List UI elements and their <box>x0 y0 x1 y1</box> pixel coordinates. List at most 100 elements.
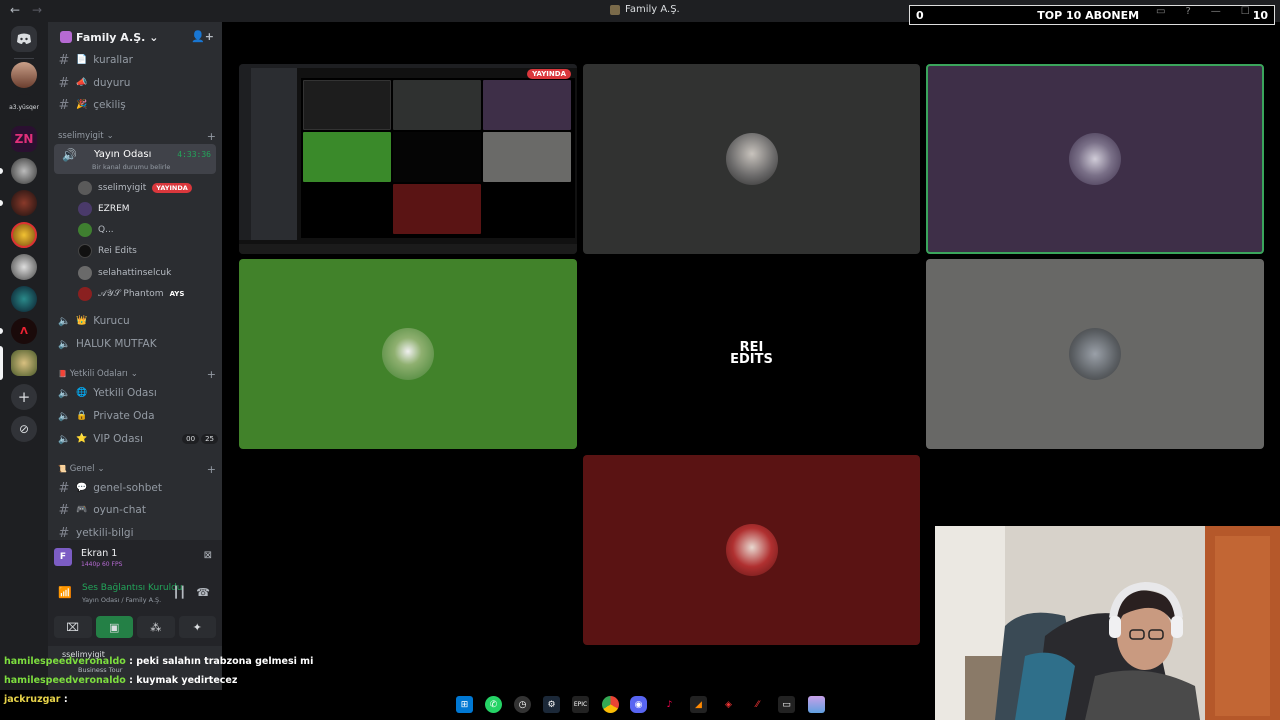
channel-kurallar[interactable]: # 📄 kurallar <box>58 50 218 70</box>
help-icon[interactable]: ? <box>1185 6 1190 17</box>
voice-tile-phantom[interactable] <box>583 455 920 645</box>
voice-tile-ezrem[interactable] <box>926 64 1264 254</box>
server-avatar-2[interactable]: a3.yüsqer <box>9 94 39 120</box>
chrome-icon[interactable] <box>602 696 619 713</box>
category-emoji: 📕 <box>58 370 67 378</box>
connection-status[interactable]: Ses Bağlantısı Kuruldu <box>82 583 182 593</box>
category-yetkili[interactable]: 📕 Yetkili Odaları ⌄ + <box>58 367 218 381</box>
add-channel-icon[interactable]: + <box>207 130 216 143</box>
game-icon[interactable]: ⁄⁄ <box>749 696 766 713</box>
chat-username: hamilespeedveronaldo <box>4 675 126 686</box>
voice-tile-rei-edits[interactable]: REI EDITS <box>583 259 920 449</box>
signal-icon[interactable]: 📶 <box>58 586 72 599</box>
windows-start-icon[interactable]: ⊞ <box>456 696 473 713</box>
stop-stream-icon[interactable]: ⊠ <box>204 550 212 561</box>
server-avatar-8[interactable]: Λ <box>11 318 37 344</box>
channel-oyun-chat[interactable]: # 🎮 oyun-chat <box>58 500 218 520</box>
user-limit-badge: 00 25 <box>182 434 218 444</box>
back-arrow-icon[interactable]: ← <box>10 3 20 17</box>
voice-user-ezrem[interactable]: EZREM <box>78 199 218 219</box>
speaker-icon: 🔈 <box>58 315 71 327</box>
clock-app-icon[interactable]: ◷ <box>514 696 531 713</box>
server-avatar-5[interactable] <box>11 222 37 248</box>
channel-label: Private Oda <box>93 410 155 422</box>
channel-status-prompt[interactable]: Bir kanal durumu belirle <box>92 163 170 171</box>
stream-tile-sselimyigit[interactable]: YAYINDA <box>239 64 577 254</box>
category-genel[interactable]: 📜 Genel ⌄ + <box>58 462 218 476</box>
voice-channel-yetkili-odasi[interactable]: 🔈 🌐 Yetkili Odası <box>58 383 218 403</box>
avatar <box>78 266 92 280</box>
voice-channel-yayin-odasi[interactable]: 🔊 Yayın Odası 4:33:36 Bir kanal durumu b… <box>54 144 216 174</box>
connection-location: Yayın Odası / Family A.Ş. <box>82 596 162 604</box>
voice-tile-person[interactable] <box>926 259 1264 449</box>
stream-preview[interactable]: F Ekran 1 1440p 60 FPS ⊠ <box>54 545 216 573</box>
channel-genel-sohbet[interactable]: # 💬 genel-sohbet <box>58 478 218 498</box>
avatar <box>78 244 92 258</box>
screen-share-button[interactable]: ▣ <box>95 616 133 638</box>
add-member-icon[interactable]: 👤+ <box>191 30 214 43</box>
server-avatar-family[interactable] <box>11 350 37 376</box>
discover-icon[interactable]: ⊘ <box>11 416 37 442</box>
inbox-icon[interactable]: ▭ <box>1156 6 1165 17</box>
activities-button[interactable]: ⁂ <box>137 616 175 638</box>
app-icon[interactable]: ◢ <box>690 696 707 713</box>
voice-channel-private-oda[interactable]: 🔈 🔒 Private Oda <box>58 406 218 426</box>
discord-home-icon[interactable] <box>11 26 37 52</box>
forward-arrow-icon[interactable]: → <box>32 3 42 17</box>
add-server-icon[interactable]: + <box>11 384 37 410</box>
voice-user-phantom[interactable]: 𝒜𝒴𝒮 Phantom AYS <box>78 284 218 304</box>
server-avatar-1[interactable] <box>11 62 37 88</box>
voice-user-q[interactable]: Q... <box>78 220 218 240</box>
channel-duyuru[interactable]: # 📣 duyuru <box>58 73 218 93</box>
add-channel-icon[interactable]: + <box>207 368 216 381</box>
server-avatar-3[interactable] <box>11 158 37 184</box>
voice-channel-haluk-mutfak[interactable]: 🔈 HALUK MUTFAK <box>58 334 218 354</box>
voice-user-sselimyigit[interactable]: sselimyigit YAYINDA <box>78 178 218 198</box>
tiktok-icon[interactable]: ♪ <box>661 696 678 713</box>
riot-icon[interactable]: ◈ <box>720 696 737 713</box>
server-name: Family A.Ş. <box>76 30 146 44</box>
window-controls: ▭ ? — ☐ <box>1156 6 1250 17</box>
epic-games-icon[interactable]: EPIC <box>572 696 589 713</box>
camera-button[interactable]: ⌧ <box>54 616 92 638</box>
minimize-icon[interactable]: — <box>1211 6 1221 17</box>
disconnect-icon[interactable]: ☎ <box>196 586 210 599</box>
avatar <box>78 181 92 195</box>
server-avatar-4[interactable] <box>11 190 37 216</box>
terminal-icon[interactable]: ▭ <box>778 696 795 713</box>
voice-tile-q[interactable] <box>239 259 577 449</box>
server-icon <box>610 4 620 15</box>
stream-quality: 1440p 60 FPS <box>81 561 123 568</box>
photos-icon[interactable] <box>808 696 825 713</box>
steam-icon[interactable]: ⚙ <box>543 696 560 713</box>
chat-text: : <box>63 694 68 705</box>
maximize-icon[interactable]: ☐ <box>1241 6 1250 17</box>
server-avatar-6[interactable] <box>11 254 37 280</box>
server-header[interactable]: Family A.Ş. ⌄ 👤+ <box>48 22 222 52</box>
screen-share-preview <box>239 64 577 254</box>
noise-suppression-icon[interactable]: ┃┃ <box>173 586 186 599</box>
whatsapp-icon[interactable]: ✆ <box>485 696 502 713</box>
add-channel-icon[interactable]: + <box>207 463 216 476</box>
category-sselimyigit[interactable]: sselimyigit ⌄ + <box>58 129 218 143</box>
voice-channel-vip-odasi[interactable]: 🔈 ⭐ VIP Odası 00 25 <box>58 429 218 449</box>
screen-share-icon: ▣ <box>109 620 120 634</box>
discord-taskbar-icon[interactable]: ◉ <box>630 696 647 713</box>
server-avatar-zn[interactable]: ZN <box>11 126 37 152</box>
voice-channel-kurucu[interactable]: 🔈 👑 Kurucu <box>58 311 218 331</box>
avatar <box>78 223 92 237</box>
channel-label: çekiliş <box>93 99 126 111</box>
channel-label: HALUK MUTFAK <box>76 338 157 350</box>
voice-user-rei-edits[interactable]: Rei Edits <box>78 241 218 261</box>
webcam-overlay <box>935 526 1280 720</box>
category-emoji: 📜 <box>58 465 67 473</box>
soundboard-button[interactable]: ✦ <box>178 616 216 638</box>
voice-tile-selahattinselcuk[interactable] <box>583 64 920 254</box>
channel-label: Yetkili Odası <box>93 387 157 399</box>
channel-emoji: 🎉 <box>76 100 88 110</box>
voice-user-selahattinselcuk[interactable]: selahattinselcuk <box>78 263 218 283</box>
avatar <box>78 287 92 301</box>
server-avatar-7[interactable] <box>11 286 37 312</box>
rei-edits-logo: REI EDITS <box>730 341 773 366</box>
channel-cekilis[interactable]: # 🎉 çekiliş <box>58 95 218 115</box>
